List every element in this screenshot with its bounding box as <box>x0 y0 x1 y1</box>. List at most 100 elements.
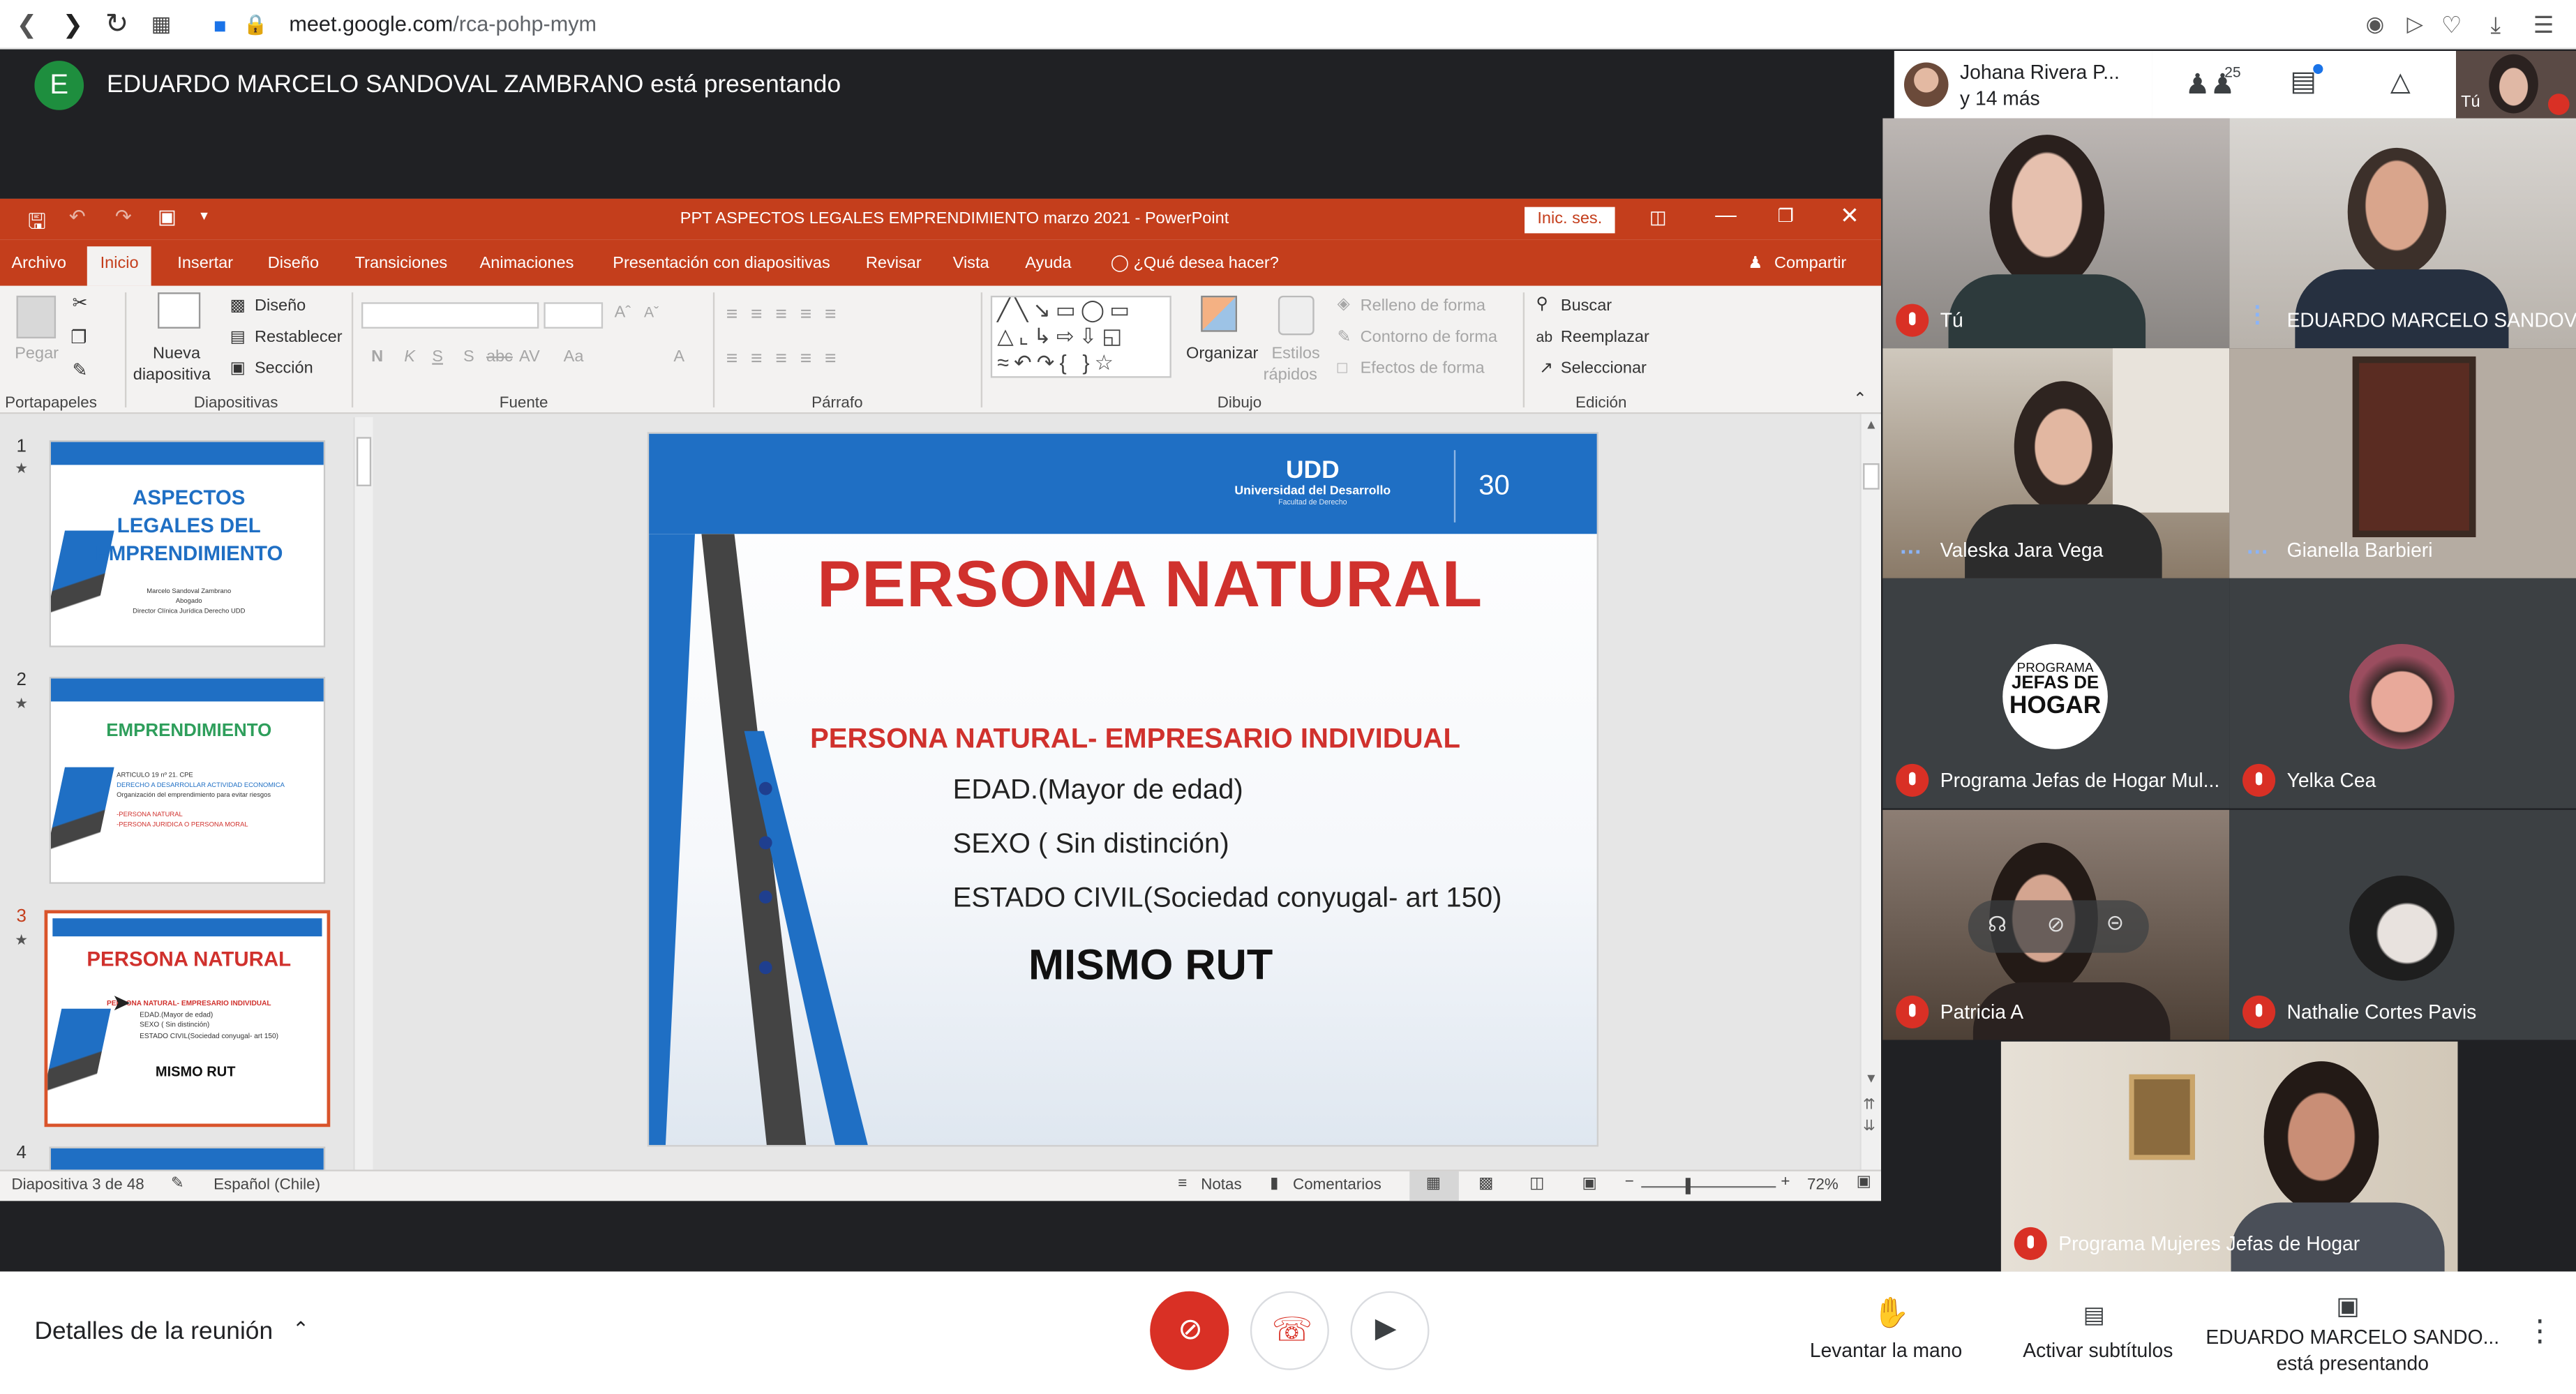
paragraph-list-icons[interactable]: ≡≡≡≡≡ <box>726 302 850 325</box>
collapse-ribbon-icon[interactable]: ⌃ <box>1853 391 1867 409</box>
pin-icon[interactable]: ☊ <box>1988 912 2007 938</box>
participant-tile[interactable]: ⋮ EDUARDO MARCELO SANDOV... <box>2229 118 2576 349</box>
redo-icon[interactable]: ↷ <box>115 205 132 228</box>
spellcheck-icon[interactable]: ✎ <box>171 1175 184 1193</box>
scrollbar-thumb[interactable] <box>1863 463 1880 490</box>
fit-slide-icon[interactable]: ▣ <box>1857 1173 1871 1191</box>
mic-toggle-button[interactable]: ⊘ <box>1150 1291 1229 1370</box>
mute-icon[interactable]: ⊘ <box>2047 912 2065 938</box>
more-options-icon[interactable]: ⋮ <box>2525 1314 2554 1349</box>
participant-tile[interactable]: … Valeska Jara Vega <box>1882 348 2230 578</box>
captions-button[interactable]: Activar subtítulos <box>2007 1339 2188 1362</box>
layout-button[interactable]: Diseño <box>255 297 306 315</box>
slide-thumbnail-2[interactable]: EMPRENDIMIENTO ARTICULO 19 nº 21. CPE DE… <box>49 677 326 884</box>
minimize-icon[interactable]: — <box>1715 202 1737 227</box>
find-button[interactable]: Buscar <box>1561 297 1612 315</box>
send-icon[interactable]: ▷ <box>2406 0 2423 50</box>
save-icon[interactable]: 🖫 <box>28 207 46 243</box>
char-spacing-icon[interactable]: AV <box>519 348 540 366</box>
font-color-icon[interactable]: A <box>673 348 684 366</box>
new-slide-label-2[interactable]: diapositiva <box>133 366 211 384</box>
self-preview[interactable]: Tú <box>2456 50 2576 119</box>
back-icon[interactable]: ❮ <box>17 0 38 50</box>
customize-qat-icon[interactable]: ▾ <box>200 207 208 225</box>
tab-revisar[interactable]: Revisar <box>866 255 922 273</box>
reload-icon[interactable]: ↻ <box>105 0 129 50</box>
share-button[interactable]: Compartir <box>1774 255 1846 273</box>
participant-tile[interactable]: Programa Mujeres Jefas de Hogar <box>2000 1041 2458 1272</box>
new-slide-label-1[interactable]: Nueva <box>153 345 200 363</box>
raise-hand-icon[interactable]: ✋ <box>1873 1296 1910 1331</box>
chevron-up-icon[interactable]: ⌃ <box>292 1317 309 1340</box>
menu-icon[interactable]: ☰ <box>2533 0 2554 50</box>
presenting-name[interactable]: EDUARDO MARCELO SANDO... <box>2205 1326 2501 1349</box>
close-icon[interactable]: ✕ <box>1840 202 1859 230</box>
tab-transiciones[interactable]: Transiciones <box>355 255 448 273</box>
shadow-icon[interactable]: S <box>463 348 474 366</box>
leave-call-button[interactable]: ☏ <box>1250 1291 1329 1370</box>
participant-tile[interactable]: Tú <box>1882 118 2230 349</box>
forward-icon[interactable]: ❯ <box>62 0 83 50</box>
select-button[interactable]: Seleccionar <box>1561 360 1647 378</box>
reading-view-icon[interactable]: ◫ <box>1529 1175 1544 1193</box>
language-label[interactable]: Español (Chile) <box>214 1176 320 1194</box>
quick-styles-label-1[interactable]: Estilos <box>1271 345 1319 363</box>
remove-icon[interactable]: ⊝ <box>2106 910 2125 936</box>
paste-button[interactable]: Pegar <box>15 345 59 363</box>
underline-icon[interactable]: S <box>432 348 443 366</box>
slide-thumbnail-4[interactable] <box>49 1146 326 1170</box>
pinned-participant-chip[interactable]: Johana Rivera P... y 14 más <box>1894 50 2152 119</box>
prev-slide-icon[interactable]: ⇈ <box>1863 1096 1875 1114</box>
captions-icon[interactable]: ▤ <box>2083 1301 2105 1329</box>
tell-me-box[interactable]: ¿Qué desea hacer? <box>1134 255 1279 273</box>
participant-tile[interactable]: ☊ ⊘ ⊝ Patricia A <box>1882 809 2230 1040</box>
zoom-slider-thumb[interactable] <box>1685 1178 1691 1194</box>
participant-tile[interactable]: Nathalie Cortes Pavis <box>2229 809 2576 1040</box>
tab-ayuda[interactable]: Ayuda <box>1025 255 1071 273</box>
restore-icon[interactable]: ❐ <box>1778 205 1794 227</box>
tab-inicio[interactable]: Inicio <box>87 246 152 286</box>
zoom-out-icon[interactable]: − <box>1625 1173 1634 1191</box>
participant-tile[interactable]: … Gianella Barbieri <box>2229 348 2576 578</box>
copy-icon[interactable]: ❐ <box>70 327 87 348</box>
scroll-down-icon[interactable]: ▼ <box>1864 1071 1878 1086</box>
next-slide-icon[interactable]: ⇊ <box>1863 1117 1875 1135</box>
format-painter-icon[interactable]: ✎ <box>73 360 88 381</box>
scrollbar-thumb[interactable] <box>356 437 372 486</box>
sorter-view-icon[interactable]: ▩ <box>1478 1175 1493 1193</box>
quick-styles-label-2[interactable]: rápidos <box>1264 366 1317 384</box>
change-case-icon[interactable]: Aa <box>564 348 584 366</box>
tab-grid-icon[interactable]: ▦ <box>151 0 172 50</box>
participant-tile[interactable]: PROGRAMA JEFAS DE HOGAR Programa Jefas d… <box>1882 578 2230 809</box>
present-from-start-icon[interactable]: ▣ <box>158 205 177 228</box>
reset-button[interactable]: Restablecer <box>255 329 343 347</box>
shapes-gallery[interactable]: ╱╲↘▭◯▭ △⌞↳⇨⇩◱ ≈↶↷{ }☆ <box>990 295 1171 378</box>
shape-effects-button[interactable]: Efectos de forma <box>1361 360 1485 378</box>
tab-diseno[interactable]: Diseño <box>268 255 319 273</box>
font-family-select[interactable] <box>361 302 539 329</box>
normal-view-icon[interactable]: ▦ <box>1426 1175 1441 1193</box>
heart-icon[interactable]: ♡ <box>2441 0 2462 50</box>
bold-icon[interactable]: N <box>371 348 383 366</box>
thumbnails-scrollbar[interactable] <box>353 417 373 1170</box>
italic-icon[interactable]: K <box>404 348 415 366</box>
replace-button[interactable]: Reemplazar <box>1561 329 1649 347</box>
tab-animaciones[interactable]: Animaciones <box>480 255 574 273</box>
address-bar[interactable]: meet.google.com/rca-pohp-mym <box>289 11 597 36</box>
sign-in-button[interactable]: Inic. ses. <box>1525 207 1615 234</box>
chat-icon[interactable]: ▤ <box>2290 66 2316 98</box>
section-button[interactable]: Sección <box>255 360 313 378</box>
alignment-icons[interactable]: ≡≡≡≡≡ <box>726 347 850 370</box>
screenshot-icon[interactable]: ◉ <box>2366 0 2385 50</box>
scroll-up-icon[interactable]: ▲ <box>1864 417 1878 432</box>
slide-thumbnail-3-selected[interactable]: PERSONA NATURAL PERSONA NATURAL- EMPRESA… <box>44 910 331 1127</box>
cut-icon[interactable]: ✂ <box>73 292 88 313</box>
tab-insertar[interactable]: Insertar <box>177 255 233 273</box>
canvas-scrollbar[interactable]: ▲ ▼ ⇈ ⇊ <box>1859 414 1880 1170</box>
ribbon-display-icon[interactable]: ◫ <box>1649 207 1667 228</box>
zoom-slider[interactable] <box>1641 1186 1776 1188</box>
present-now-icon[interactable]: ▣ <box>2336 1291 2359 1321</box>
zoom-in-icon[interactable]: + <box>1781 1173 1790 1191</box>
download-icon[interactable]: ⤓ <box>2491 0 2501 50</box>
arrange-button[interactable]: Organizar <box>1186 345 1258 363</box>
